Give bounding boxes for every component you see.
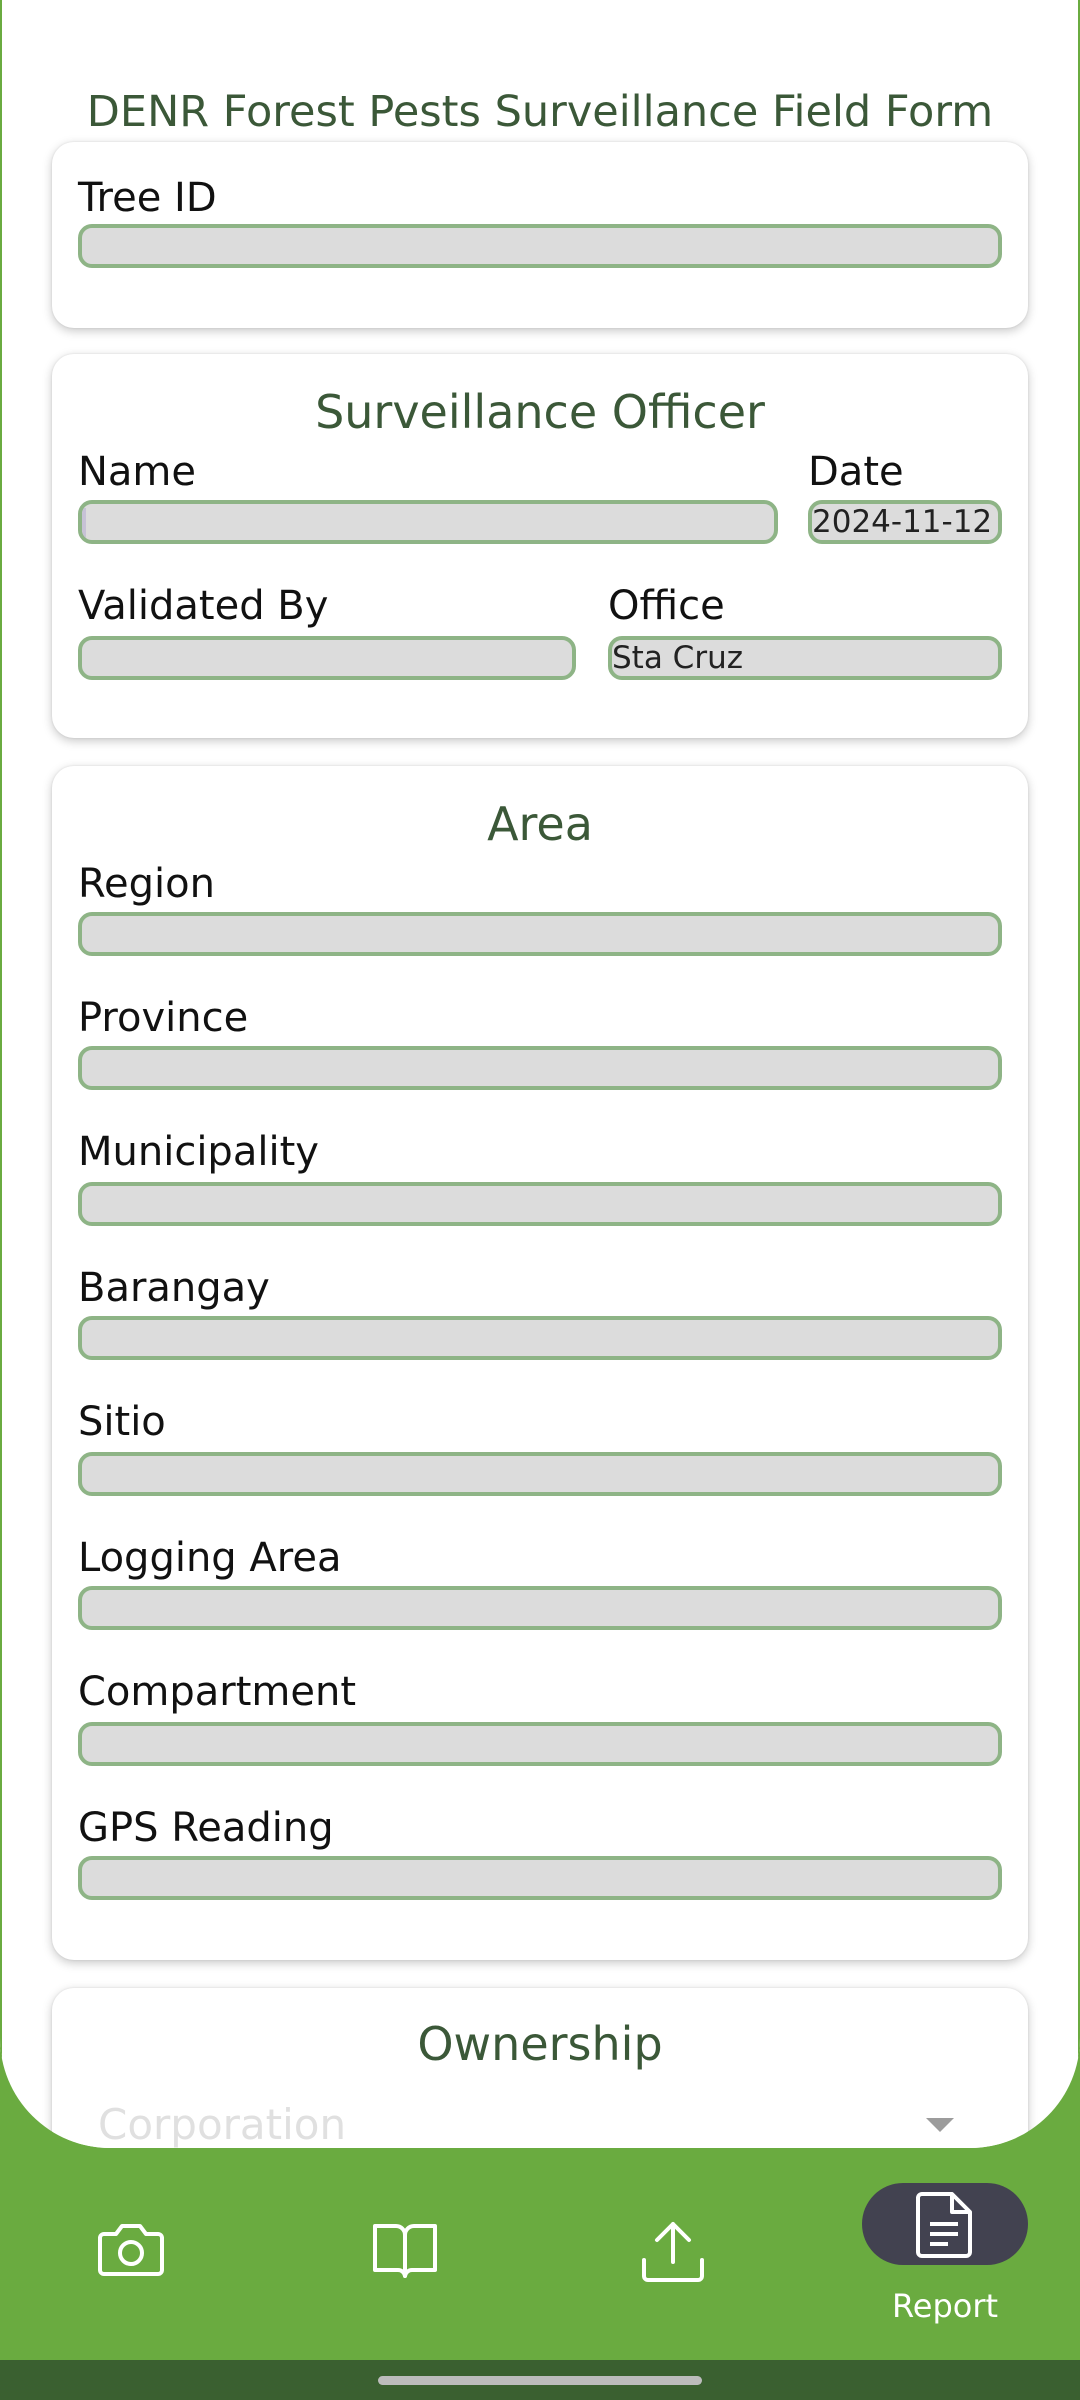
name-input[interactable]: [78, 500, 778, 544]
ownership-title: Ownership: [417, 2017, 663, 2071]
municipality-input[interactable]: [78, 1182, 1002, 1226]
province-input[interactable]: [78, 1046, 1002, 1090]
date-input[interactable]: 2024-11-12: [808, 500, 1002, 544]
region-input[interactable]: [78, 912, 1002, 956]
date-label: Date: [808, 449, 904, 495]
ownership-card: Ownership Corporation: [52, 1988, 1028, 2148]
ownership-selected-value: Corporation: [98, 2100, 347, 2148]
barangay-input[interactable]: [78, 1316, 1002, 1360]
surveillance-officer-card: Surveillance Officer Name Date 2024-11-1…: [52, 354, 1028, 738]
form-sheet: DENR Forest Pests Surveillance Field For…: [0, 0, 1080, 2148]
municipality-label: Municipality: [78, 1129, 319, 1175]
validated-by-label: Validated By: [78, 583, 329, 629]
upload-icon: [640, 2218, 706, 2284]
surveillance-officer-title: Surveillance Officer: [315, 385, 765, 439]
gps-reading-input[interactable]: [78, 1856, 1002, 1900]
province-label: Province: [78, 995, 249, 1041]
nav-camera[interactable]: [48, 2184, 218, 2304]
region-label: Region: [78, 861, 215, 907]
report-icon: [916, 2192, 974, 2258]
area-card: Area Region Province Municipality Barang…: [52, 766, 1028, 1960]
tree-id-card: Tree ID: [52, 142, 1028, 328]
sitio-input[interactable]: [78, 1452, 1002, 1496]
text-cursor: [82, 508, 86, 540]
sitio-label: Sitio: [78, 1399, 166, 1445]
area-title: Area: [487, 797, 593, 851]
validated-by-input[interactable]: [78, 636, 576, 680]
compartment-label: Compartment: [78, 1669, 357, 1715]
logging-area-label: Logging Area: [78, 1535, 342, 1581]
office-input[interactable]: Sta Cruz: [608, 636, 1002, 680]
logging-area-input[interactable]: [78, 1586, 1002, 1630]
page-title: DENR Forest Pests Surveillance Field For…: [86, 87, 994, 137]
name-label: Name: [78, 449, 197, 495]
nav-book[interactable]: [318, 2184, 488, 2304]
tree-id-input[interactable]: [78, 224, 1002, 268]
nav-upload[interactable]: [588, 2184, 758, 2304]
home-indicator[interactable]: [378, 2376, 702, 2385]
dropdown-arrow-icon: [926, 2118, 954, 2132]
office-label: Office: [608, 583, 725, 629]
camera-icon: [98, 2220, 164, 2278]
tree-id-label: Tree ID: [78, 175, 217, 221]
nav-report-label: Report: [891, 2287, 999, 2325]
book-icon: [372, 2220, 438, 2280]
gps-reading-label: GPS Reading: [78, 1805, 334, 1851]
compartment-input[interactable]: [78, 1722, 1002, 1766]
barangay-label: Barangay: [78, 1265, 270, 1311]
